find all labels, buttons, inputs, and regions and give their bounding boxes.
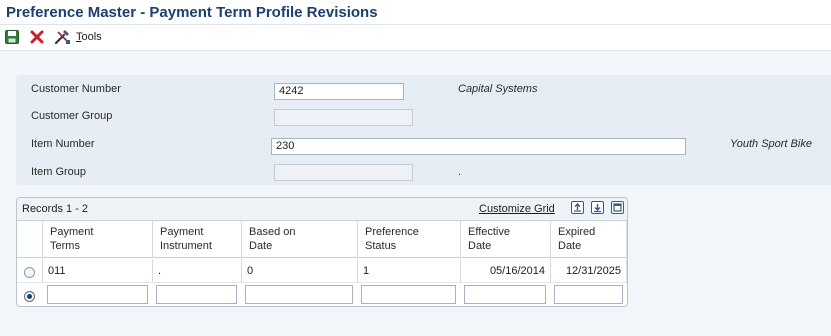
new-based-on-date-input[interactable] bbox=[245, 285, 353, 304]
col-based-on-date[interactable]: Based on Date bbox=[242, 221, 358, 258]
item-description: Youth Sport Bike bbox=[730, 138, 812, 150]
new-payment-instrument-input[interactable] bbox=[156, 285, 237, 304]
export-icon[interactable] bbox=[571, 201, 584, 214]
customize-grid-link[interactable]: Customize Grid bbox=[479, 203, 555, 215]
item-group-description: . bbox=[458, 166, 462, 178]
cell-expired-date[interactable]: 12/31/2025 bbox=[551, 259, 627, 283]
grid-header-bar: Records 1 - 2 Customize Grid bbox=[17, 198, 627, 221]
customer-group-input[interactable] bbox=[274, 109, 413, 126]
item-group-input[interactable] bbox=[274, 164, 413, 181]
cell-based-on-date[interactable]: 0 bbox=[242, 259, 358, 283]
new-effective-date-input[interactable] bbox=[464, 285, 546, 304]
records-count: Records 1 - 2 bbox=[22, 203, 89, 215]
toolbar: Tools bbox=[0, 25, 831, 51]
header-form-panel bbox=[16, 75, 831, 185]
tools-label: Tools bbox=[76, 31, 102, 43]
cell-payment-instrument[interactable]: . bbox=[153, 259, 242, 283]
row-radio-button[interactable] bbox=[24, 267, 35, 278]
customer-name-description: Capital Systems bbox=[458, 83, 538, 95]
cell-payment-terms[interactable]: 011 bbox=[43, 259, 153, 283]
col-payment-terms[interactable]: Payment Terms bbox=[43, 221, 153, 258]
col-preference-status[interactable]: Preference Status bbox=[358, 221, 461, 258]
new-payment-terms-input[interactable] bbox=[47, 285, 148, 304]
item-number-label: Item Number bbox=[31, 138, 95, 150]
col-expired-date[interactable]: Expired Date bbox=[551, 221, 627, 258]
import-icon[interactable] bbox=[591, 201, 604, 214]
customer-number-label: Customer Number bbox=[31, 83, 121, 95]
new-row-radio-button[interactable] bbox=[24, 291, 35, 302]
new-expired-date-input[interactable] bbox=[554, 285, 623, 304]
cancel-x-icon[interactable] bbox=[29, 29, 45, 45]
row-selector-header bbox=[17, 221, 43, 258]
new-preference-status-input[interactable] bbox=[361, 285, 456, 304]
tools-icon bbox=[54, 29, 72, 45]
customer-number-input[interactable]: 4242 bbox=[274, 83, 404, 100]
payment-terms-grid: Records 1 - 2 Customize Grid Payment Term… bbox=[16, 197, 628, 307]
cell-effective-date[interactable]: 05/16/2014 bbox=[461, 259, 551, 283]
customer-group-label: Customer Group bbox=[31, 110, 113, 122]
save-icon[interactable] bbox=[4, 29, 20, 45]
item-number-input[interactable]: 230 bbox=[271, 138, 686, 155]
item-group-label: Item Group bbox=[31, 166, 87, 178]
col-payment-instrument[interactable]: Payment Instrument bbox=[153, 221, 242, 258]
col-effective-date[interactable]: Effective Date bbox=[461, 221, 551, 258]
title-bar: Preference Master - Payment Term Profile… bbox=[0, 0, 831, 25]
cell-preference-status[interactable]: 1 bbox=[358, 259, 461, 283]
table-row-selector bbox=[17, 259, 43, 283]
page-title: Preference Master - Payment Term Profile… bbox=[6, 4, 378, 21]
maximize-grid-icon[interactable] bbox=[611, 201, 624, 214]
